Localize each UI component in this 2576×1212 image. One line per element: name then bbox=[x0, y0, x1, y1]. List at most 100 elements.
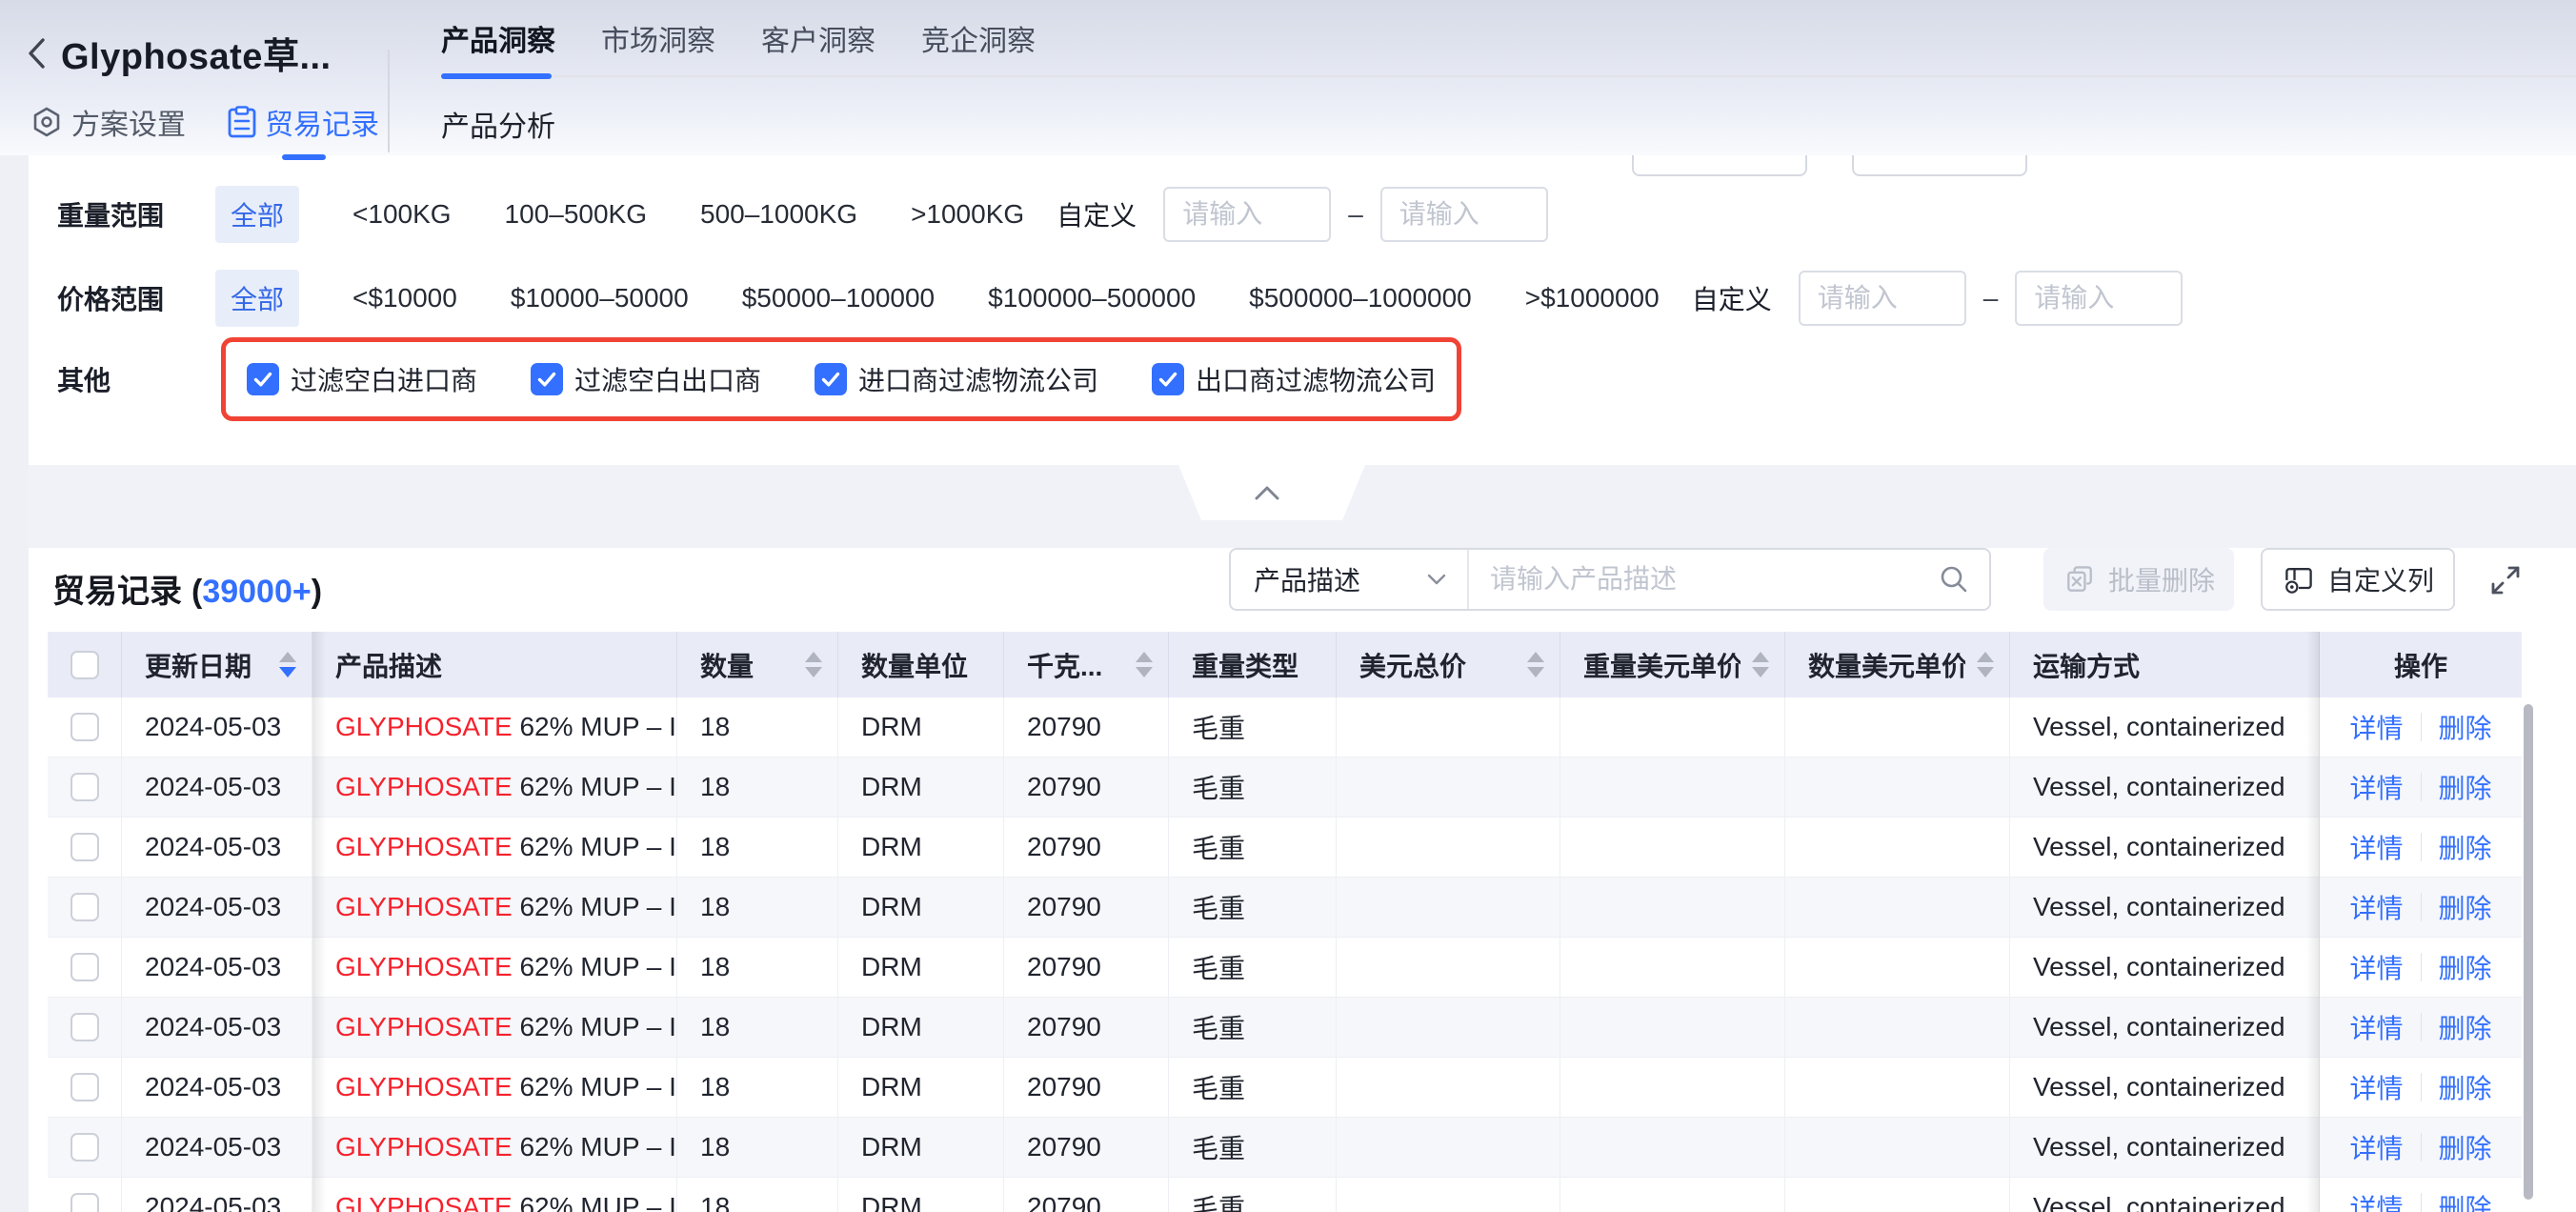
row-checkbox[interactable] bbox=[70, 713, 99, 741]
sort-control[interactable] bbox=[268, 652, 296, 677]
cell-actions[interactable]: 详情删除 bbox=[2320, 818, 2522, 877]
search-input[interactable] bbox=[1469, 550, 1940, 609]
row-checkbox[interactable] bbox=[70, 953, 99, 981]
delete-link[interactable]: 删除 bbox=[2439, 1188, 2492, 1212]
cell-actions[interactable]: 详情删除 bbox=[2320, 697, 2522, 757]
row-checkbox[interactable] bbox=[70, 773, 99, 801]
sort-asc-icon[interactable] bbox=[805, 652, 822, 662]
sort-asc-icon[interactable] bbox=[1136, 652, 1153, 662]
price-option-6[interactable]: >$1000000 bbox=[1525, 283, 1660, 313]
search-icon[interactable] bbox=[1940, 565, 1968, 594]
custom-columns-button[interactable]: 自定义列 bbox=[2261, 548, 2455, 611]
price-option-1[interactable]: <$10000 bbox=[352, 283, 457, 313]
cell-select[interactable] bbox=[48, 758, 122, 817]
price-option-4[interactable]: $100000–500000 bbox=[988, 283, 1196, 313]
fullscreen-icon[interactable] bbox=[2486, 561, 2525, 599]
filter-checkbox-3[interactable]: 出口商过滤物流公司 bbox=[1152, 360, 1436, 398]
cell-actions[interactable]: 详情删除 bbox=[2320, 1118, 2522, 1177]
row-checkbox[interactable] bbox=[70, 1073, 99, 1101]
delete-link[interactable]: 删除 bbox=[2439, 768, 2492, 806]
row-checkbox[interactable] bbox=[70, 1013, 99, 1041]
column-header-select[interactable] bbox=[48, 632, 122, 697]
cell-select[interactable] bbox=[48, 1178, 122, 1212]
search-field-select[interactable]: 产品描述 bbox=[1231, 550, 1467, 609]
weight-option-3[interactable]: 500–1000KG bbox=[700, 199, 857, 230]
sort-control[interactable] bbox=[1124, 652, 1153, 677]
row-checkbox[interactable] bbox=[70, 1193, 99, 1212]
sort-control[interactable] bbox=[1741, 652, 1769, 677]
price-option-0[interactable]: 全部 bbox=[215, 270, 299, 327]
sort-control[interactable] bbox=[794, 652, 822, 677]
subnav-item-0[interactable]: 方案设置 bbox=[30, 101, 186, 143]
checkbox-checked-icon[interactable] bbox=[247, 363, 279, 395]
sort-desc-icon[interactable] bbox=[1527, 667, 1544, 677]
weight-option-4[interactable]: >1000KG bbox=[911, 199, 1024, 230]
cell-select[interactable] bbox=[48, 878, 122, 937]
price-max-input[interactable] bbox=[2015, 271, 2183, 326]
cell-actions[interactable]: 详情删除 bbox=[2320, 938, 2522, 997]
weight-option-1[interactable]: <100KG bbox=[352, 199, 452, 230]
row-checkbox[interactable] bbox=[70, 893, 99, 921]
top-tab-2[interactable]: 客户洞察 bbox=[761, 17, 875, 59]
back-icon[interactable] bbox=[27, 37, 48, 70]
sort-control[interactable] bbox=[1965, 652, 1994, 677]
detail-link[interactable]: 详情 bbox=[2349, 708, 2403, 746]
column-header-usd_unit_weight[interactable]: 重量美元单价 bbox=[1560, 632, 1785, 697]
weight-option-2[interactable]: 100–500KG bbox=[505, 199, 647, 230]
cell-select[interactable] bbox=[48, 998, 122, 1057]
sort-asc-icon[interactable] bbox=[1527, 652, 1544, 662]
column-header-usd_total[interactable]: 美元总价 bbox=[1337, 632, 1560, 697]
cell-actions[interactable]: 详情删除 bbox=[2320, 1178, 2522, 1212]
detail-link[interactable]: 详情 bbox=[2349, 1068, 2403, 1106]
column-header-date[interactable]: 更新日期 bbox=[122, 632, 312, 697]
price-min-input[interactable] bbox=[1799, 271, 1966, 326]
delete-link[interactable]: 删除 bbox=[2439, 708, 2492, 746]
cell-actions[interactable]: 详情删除 bbox=[2320, 1058, 2522, 1117]
delete-link[interactable]: 删除 bbox=[2439, 1128, 2492, 1166]
subnav-item-1[interactable]: 贸易记录 bbox=[228, 101, 379, 143]
weight-option-0[interactable]: 全部 bbox=[215, 186, 299, 243]
column-header-kg[interactable]: 千克... bbox=[1004, 632, 1169, 697]
detail-link[interactable]: 详情 bbox=[2349, 1008, 2403, 1046]
cell-select[interactable] bbox=[48, 818, 122, 877]
sort-control[interactable] bbox=[1516, 652, 1544, 677]
sort-asc-icon[interactable] bbox=[1752, 652, 1769, 662]
detail-link[interactable]: 详情 bbox=[2349, 1128, 2403, 1166]
filter-checkbox-0[interactable]: 过滤空白进口商 bbox=[247, 360, 477, 398]
top-tab-0[interactable]: 产品洞察 bbox=[441, 17, 555, 59]
filter-checkbox-1[interactable]: 过滤空白出口商 bbox=[531, 360, 761, 398]
select-all-checkbox[interactable] bbox=[70, 651, 99, 679]
delete-link[interactable]: 删除 bbox=[2439, 828, 2492, 866]
checkbox-checked-icon[interactable] bbox=[531, 363, 563, 395]
delete-link[interactable]: 删除 bbox=[2439, 948, 2492, 986]
row-checkbox[interactable] bbox=[70, 1133, 99, 1162]
delete-link[interactable]: 删除 bbox=[2439, 1068, 2492, 1106]
sort-asc-icon[interactable] bbox=[1977, 652, 1994, 662]
weight-max-input[interactable] bbox=[1380, 187, 1548, 242]
detail-link[interactable]: 详情 bbox=[2349, 828, 2403, 866]
row-checkbox[interactable] bbox=[70, 833, 99, 861]
chevron-up-icon[interactable] bbox=[1255, 486, 1279, 500]
detail-link[interactable]: 详情 bbox=[2349, 768, 2403, 806]
cell-select[interactable] bbox=[48, 1118, 122, 1177]
price-option-5[interactable]: $500000–1000000 bbox=[1249, 283, 1472, 313]
sort-desc-icon[interactable] bbox=[1136, 667, 1153, 677]
price-option-2[interactable]: $10000–50000 bbox=[511, 283, 689, 313]
batch-delete-button[interactable]: 批量删除 bbox=[2043, 548, 2234, 611]
filter-checkbox-2[interactable]: 进口商过滤物流公司 bbox=[815, 360, 1098, 398]
detail-link[interactable]: 详情 bbox=[2349, 888, 2403, 926]
top-tab-1[interactable]: 市场洞察 bbox=[601, 17, 715, 59]
detail-link[interactable]: 详情 bbox=[2349, 948, 2403, 986]
weight-custom-label[interactable]: 自定义 bbox=[1057, 195, 1137, 233]
checkbox-checked-icon[interactable] bbox=[815, 363, 847, 395]
column-header-qty[interactable]: 数量 bbox=[677, 632, 838, 697]
column-header-usd_unit_qty[interactable]: 数量美元单价 bbox=[1785, 632, 2010, 697]
cell-actions[interactable]: 详情删除 bbox=[2320, 998, 2522, 1057]
sort-desc-icon[interactable] bbox=[279, 667, 296, 677]
cell-select[interactable] bbox=[48, 1058, 122, 1117]
checkbox-checked-icon[interactable] bbox=[1152, 363, 1184, 395]
price-option-3[interactable]: $50000–100000 bbox=[742, 283, 935, 313]
sort-desc-icon[interactable] bbox=[805, 667, 822, 677]
tab-product-analysis[interactable]: 产品分析 bbox=[441, 103, 555, 145]
cell-select[interactable] bbox=[48, 938, 122, 997]
